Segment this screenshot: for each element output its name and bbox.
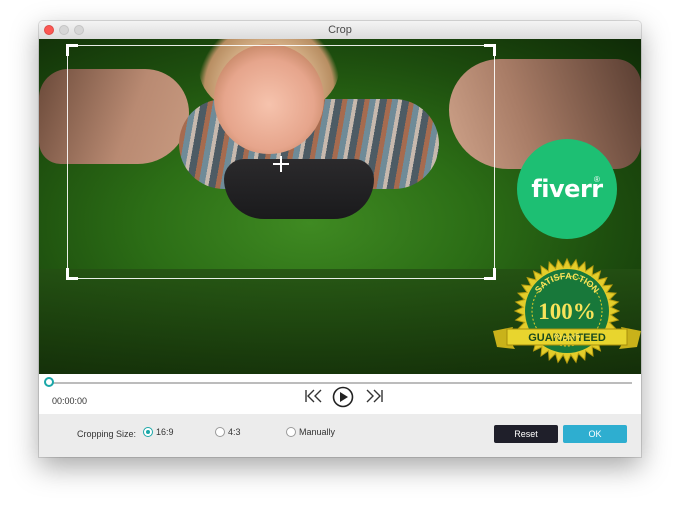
radio-16-9[interactable]: 16:9 [143, 427, 174, 437]
registered-mark: ® [594, 175, 600, 184]
badge-percent-text: 100% [538, 299, 596, 324]
next-frame-icon[interactable] [364, 389, 384, 403]
satisfaction-guarantee-badge: SATISFACTION 100% GUARANTEED 60 DAYS [493, 257, 641, 365]
timeline-playhead[interactable] [44, 377, 54, 387]
current-time: 00:00:00 [52, 396, 88, 406]
crop-rectangle[interactable] [66, 44, 496, 280]
crop-window: Crop fiverr ® SATISFACTION 100% GUARANTE… [39, 21, 641, 457]
radio-manually-label: Manually [299, 427, 336, 437]
playback-controls: 00:00:00 [39, 374, 641, 414]
crop-handle-top-left[interactable] [66, 44, 78, 56]
crosshair-icon[interactable] [273, 156, 289, 172]
radio-manually[interactable]: Manually [286, 427, 335, 437]
radio-4-3[interactable]: 4:3 [215, 427, 241, 437]
ok-button[interactable]: OK [563, 425, 627, 443]
title-bar[interactable]: Crop [39, 21, 641, 40]
radio-4-3-label: 4:3 [228, 427, 241, 437]
radio-manually-indicator[interactable] [286, 427, 296, 437]
cropping-size-label: Cropping Size: [77, 429, 137, 439]
radio-4-3-indicator[interactable] [215, 427, 225, 437]
crop-handle-bottom-left[interactable] [66, 268, 78, 280]
play-icon[interactable] [332, 386, 354, 408]
radio-16-9-label: 16:9 [156, 427, 174, 437]
fiverr-logo: fiverr ® [517, 139, 617, 239]
crop-options-footer: Cropping Size: 16:9 4:3 Manually Reset O… [39, 414, 641, 457]
fiverr-logo-text: fiverr [531, 175, 603, 203]
video-preview: fiverr ® SATISFACTION 100% GUARANTEED 60… [39, 39, 641, 374]
reset-button[interactable]: Reset [494, 425, 558, 443]
window-title: Crop [328, 24, 352, 36]
timeline-track[interactable] [49, 382, 632, 384]
crop-handle-top-right[interactable] [484, 44, 496, 56]
radio-16-9-indicator[interactable] [143, 427, 153, 437]
previous-frame-icon[interactable] [304, 389, 324, 403]
